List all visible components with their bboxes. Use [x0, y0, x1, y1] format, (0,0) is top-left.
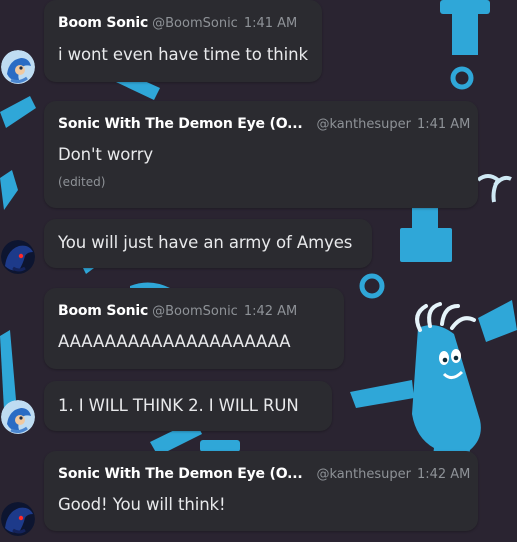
demon-eye-sonic-avatar-icon: [1, 502, 35, 536]
message-bubble[interactable]: Sonic With The Demon Eye (O... @kanthesup…: [44, 101, 478, 208]
timestamp: 1:42 AM: [243, 304, 298, 319]
message-bubble[interactable]: You will just have an army of Amyes: [44, 219, 372, 268]
message-header: Boom Sonic @BoomSonic 1:42 AM: [58, 302, 297, 320]
avatar[interactable]: [1, 240, 35, 274]
demon-eye-sonic-avatar-icon: [1, 240, 35, 274]
message-header: Sonic With The Demon Eye (O... @kanthesup…: [58, 465, 470, 483]
boom-sonic-avatar-icon: [1, 400, 35, 434]
author-handle[interactable]: @kanthesuper: [316, 467, 410, 482]
author-name[interactable]: Boom Sonic: [58, 15, 148, 31]
message-bubble[interactable]: 1. I WILL THINK 2. I WILL RUN: [44, 381, 332, 431]
message-bubble[interactable]: Boom Sonic @BoomSonic 1:42 AM AAAAAAAAAAAA…: [44, 288, 344, 369]
message-bubble[interactable]: Boom Sonic @BoomSonic 1:41 AM i wont even …: [44, 0, 322, 82]
timestamp: 1:42 AM: [416, 467, 471, 482]
message-text: Don't worry: [58, 145, 154, 164]
avatar[interactable]: [1, 400, 35, 434]
message-bubble[interactable]: Sonic With The Demon Eye (O... @kanthesup…: [44, 451, 478, 531]
author-name[interactable]: Sonic With The Demon Eye (O...: [58, 466, 303, 482]
avatar[interactable]: [1, 50, 35, 84]
author-handle[interactable]: @BoomSonic: [152, 16, 238, 31]
message-text: Good! You will think!: [58, 495, 226, 514]
avatar[interactable]: [1, 502, 35, 536]
message-text: 1. I WILL THINK 2. I WILL RUN: [58, 396, 299, 415]
author-handle[interactable]: @kanthesuper: [316, 117, 410, 132]
message-text: AAAAAAAAAAAAAAAAAAAA: [58, 332, 291, 351]
timestamp: 1:41 AM: [416, 117, 471, 132]
message-header: Sonic With The Demon Eye (O... @kanthesup…: [58, 115, 470, 133]
message-text: You will just have an army of Amyes: [58, 233, 353, 252]
message-header: Boom Sonic @BoomSonic 1:41 AM: [58, 14, 297, 32]
edited-label: (edited): [58, 175, 106, 189]
boom-sonic-avatar-icon: [1, 50, 35, 84]
author-name[interactable]: Sonic With The Demon Eye (O...: [58, 116, 303, 132]
author-handle[interactable]: @BoomSonic: [152, 304, 238, 319]
author-name[interactable]: Boom Sonic: [58, 303, 148, 319]
message-text: i wont even have time to think: [58, 45, 308, 64]
timestamp: 1:41 AM: [243, 16, 298, 31]
